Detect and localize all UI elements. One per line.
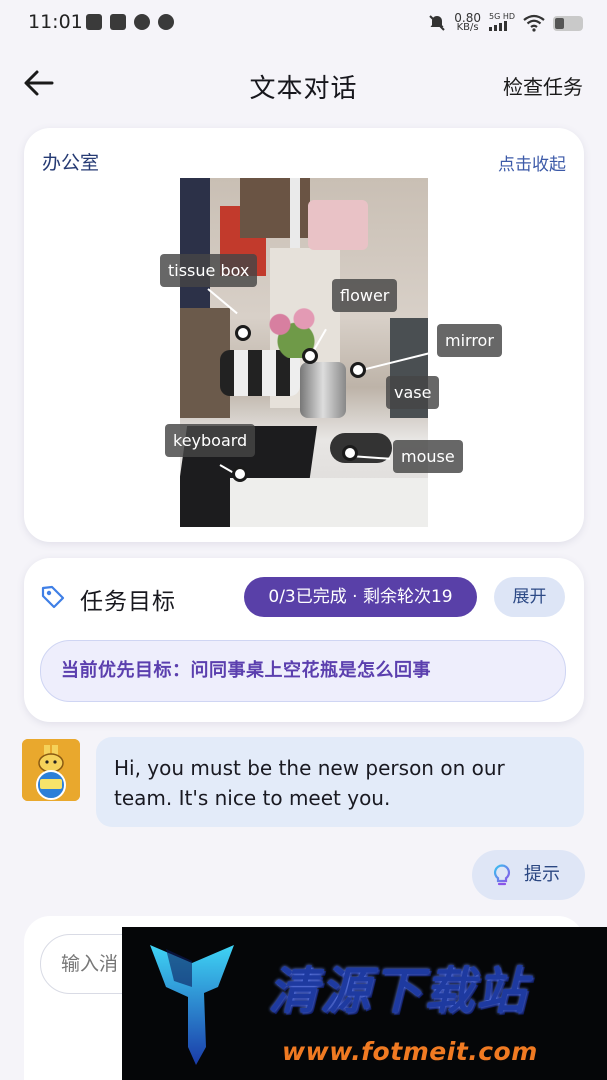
label-tissue-box[interactable]: tissue box — [160, 254, 258, 287]
watermark-title: 清源下载站 — [268, 962, 528, 1020]
marker-flower[interactable] — [302, 348, 318, 364]
label-mouse[interactable]: mouse — [393, 440, 463, 473]
giraffe-abc-avatar — [22, 739, 80, 801]
camera-app-icon — [134, 14, 150, 30]
progress-badge: 0/3已完成 · 剩余轮次19 — [244, 577, 477, 617]
net-speed: 0.80 KB/s — [454, 11, 481, 33]
marker-tissue-box[interactable] — [235, 325, 251, 341]
lightbulb-icon — [493, 864, 511, 886]
label-mirror[interactable]: mirror — [437, 324, 502, 357]
status-bar: 11:01 0.80 KB/s 5G HD — [0, 0, 607, 46]
status-time: 11:01 — [28, 11, 83, 33]
chat-icon — [158, 14, 174, 30]
marker-mirror[interactable] — [350, 362, 366, 378]
watermark-url: www.fotmeit.com — [282, 1037, 538, 1066]
top-app-bar: 文本对话 检查任务 — [0, 56, 607, 112]
watermark-logo — [150, 945, 234, 1065]
bot-message-bubble: Hi, you must be the new person on our te… — [96, 737, 584, 827]
current-goal: 当前优先目标：问同事桌上空花瓶是怎么回事 — [40, 640, 566, 702]
hint-button[interactable]: 提示 — [472, 850, 585, 900]
marker-keyboard[interactable] — [232, 466, 248, 482]
check-task-button[interactable]: 检查任务 — [503, 71, 583, 100]
scene-card: 办公室 点击收起 tissue box flower mirror vase k — [24, 128, 584, 542]
notification-app-icon — [86, 14, 102, 30]
label-flower[interactable]: flower — [332, 279, 398, 312]
label-vase[interactable]: vase — [386, 376, 440, 409]
expand-button[interactable]: 展开 — [494, 577, 565, 617]
watermark-banner: 清源下载站 www.fotmeit.com — [122, 927, 607, 1080]
status-right: 0.80 KB/s 5G HD — [428, 10, 583, 36]
marker-mouse[interactable] — [342, 445, 358, 461]
label-keyboard[interactable]: keyboard — [165, 424, 256, 457]
wifi-icon — [523, 14, 545, 32]
hint-label: 提示 — [524, 864, 560, 885]
scene-photo — [180, 178, 428, 527]
mail-icon — [110, 14, 126, 30]
task-card: 任务目标 0/3已完成 · 剩余轮次19 展开 当前优先目标：问同事桌上空花瓶是… — [24, 558, 584, 722]
collapse-button[interactable]: 点击收起 — [498, 150, 566, 175]
mute-icon — [429, 15, 445, 31]
signal-icon: 5G HD — [488, 13, 515, 33]
battery-icon — [553, 15, 583, 31]
task-title: 任务目标 — [80, 589, 176, 615]
tag-icon — [41, 585, 65, 609]
scene-name: 办公室 — [42, 152, 100, 174]
